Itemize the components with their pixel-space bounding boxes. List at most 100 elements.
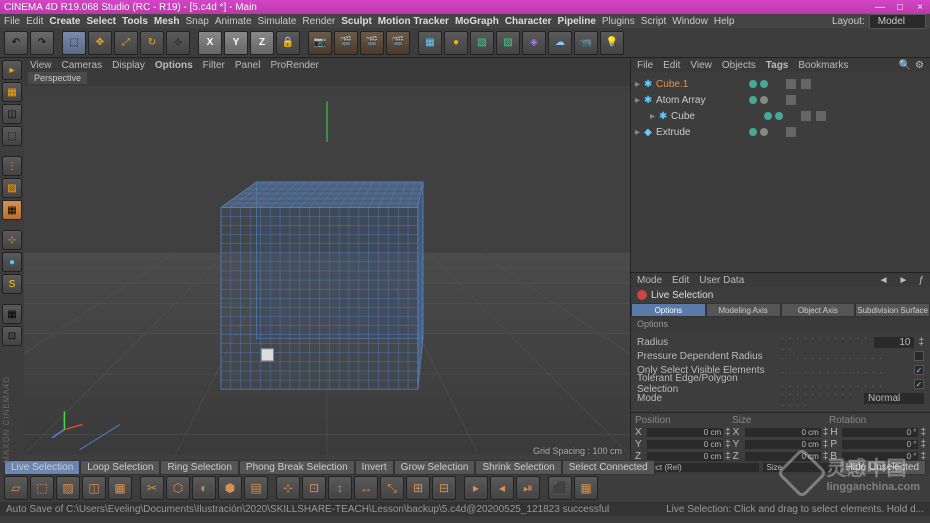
- tag-icon[interactable]: [801, 111, 811, 121]
- tag-icon[interactable]: [801, 79, 811, 89]
- visibility-dot[interactable]: [760, 80, 768, 88]
- tree-row[interactable]: ▸✱Atom Array: [635, 92, 926, 108]
- expand-icon[interactable]: ▸: [635, 79, 640, 90]
- obj-menu-objects[interactable]: Objects: [722, 60, 756, 71]
- object-name[interactable]: Cube.1: [656, 79, 746, 90]
- menu-tools[interactable]: Tools: [122, 16, 148, 27]
- vp-menu-prorender[interactable]: ProRender: [270, 60, 318, 71]
- vp-menu-options[interactable]: Options: [155, 60, 193, 71]
- obj-menu-view[interactable]: View: [690, 60, 712, 71]
- menu-animate[interactable]: Animate: [215, 16, 252, 27]
- menu-help[interactable]: Help: [714, 16, 735, 27]
- modeling-tool[interactable]: ⏯: [516, 476, 540, 500]
- menu-plugins[interactable]: Plugins: [602, 16, 635, 27]
- tree-row[interactable]: ▸✱Cube.1: [635, 76, 926, 92]
- menu-select[interactable]: Select: [87, 16, 116, 27]
- polygons-mode[interactable]: ▦: [2, 200, 22, 220]
- snap-enable[interactable]: S: [2, 274, 22, 294]
- visibility-dot[interactable]: [760, 128, 768, 136]
- modeling-tool[interactable]: ◐: [192, 476, 216, 500]
- modeling-tool[interactable]: ⬢: [218, 476, 242, 500]
- add-generator2[interactable]: ▨: [496, 31, 520, 55]
- snap-settings[interactable]: ⊡: [2, 326, 22, 346]
- attr-tab-subdivision-surface[interactable]: Subdivision Surface: [855, 303, 930, 317]
- pos-input[interactable]: 0 cm: [647, 452, 723, 461]
- spinner-icon[interactable]: ‡: [918, 337, 924, 348]
- modeling-tool[interactable]: ▱: [4, 476, 28, 500]
- rot-input[interactable]: 0 °: [842, 428, 918, 437]
- pos-input[interactable]: 0 cm: [647, 428, 723, 437]
- filter-icon[interactable]: ⚙: [915, 60, 924, 71]
- pos-input[interactable]: 0 cm: [647, 440, 723, 449]
- menu-mesh[interactable]: Mesh: [154, 16, 180, 27]
- modeling-tool[interactable]: ⊞: [406, 476, 430, 500]
- menu-motion-tracker[interactable]: Motion Tracker: [378, 16, 449, 27]
- object-tree[interactable]: ▸✱Cube.1▸✱Atom Array▸✱Cube▸◆Extrude: [631, 72, 930, 272]
- attr-fn[interactable]: ƒ: [918, 275, 924, 286]
- sel-tab-live-selection[interactable]: Live Selection: [4, 460, 80, 475]
- layout-dropdown[interactable]: Model: [869, 14, 926, 29]
- attr-tab-object-axis[interactable]: Object Axis: [781, 303, 856, 317]
- add-environment[interactable]: ☁: [548, 31, 572, 55]
- visibility-dot[interactable]: [749, 80, 757, 88]
- coord-system[interactable]: 🔒: [276, 31, 300, 55]
- search-icon[interactable]: 🔍: [899, 60, 911, 71]
- attr-menu-user-data[interactable]: User Data: [699, 275, 744, 286]
- render-settings[interactable]: 🎬: [386, 31, 410, 55]
- tree-row[interactable]: ▸✱Cube: [635, 108, 926, 124]
- menu-create[interactable]: Create: [49, 16, 80, 27]
- vp-menu-cameras[interactable]: Cameras: [62, 60, 103, 71]
- visibility-dot[interactable]: [764, 112, 772, 120]
- menu-sculpt[interactable]: Sculpt: [341, 16, 372, 27]
- attr-tab-options[interactable]: Options: [631, 303, 706, 317]
- visibility-dot[interactable]: [749, 96, 757, 104]
- modeling-tool[interactable]: ◫: [82, 476, 106, 500]
- redo-button[interactable]: ↷: [30, 31, 54, 55]
- size-input[interactable]: 0 cm: [745, 440, 821, 449]
- sel-tab-ring-selection[interactable]: Ring Selection: [160, 460, 238, 475]
- maximize-button[interactable]: □: [894, 2, 906, 13]
- render-view[interactable]: 📷: [308, 31, 332, 55]
- obj-menu-edit[interactable]: Edit: [663, 60, 680, 71]
- expand-icon[interactable]: ▸: [650, 111, 655, 122]
- modeling-tool[interactable]: ↔: [354, 476, 378, 500]
- modeling-tool[interactable]: ◂: [490, 476, 514, 500]
- sel-tab-grow-selection[interactable]: Grow Selection: [394, 460, 476, 475]
- attr-checkbox[interactable]: [914, 351, 924, 361]
- select-tool[interactable]: ⬚: [62, 31, 86, 55]
- hide-unselected-tab[interactable]: Hide Unselected: [839, 460, 926, 475]
- expand-icon[interactable]: ▸: [635, 95, 640, 106]
- attr-checkbox[interactable]: ✓: [914, 365, 924, 375]
- close-button[interactable]: ×: [914, 2, 926, 13]
- tweak-mode[interactable]: ●: [2, 252, 22, 272]
- menu-window[interactable]: Window: [672, 16, 708, 27]
- render-region[interactable]: 🎬: [334, 31, 358, 55]
- model-mode[interactable]: ▦: [2, 82, 22, 102]
- attr-checkbox[interactable]: ✓: [914, 379, 924, 389]
- move-tool[interactable]: ✥: [88, 31, 112, 55]
- modeling-tool[interactable]: ⬚: [30, 476, 54, 500]
- modeling-tool[interactable]: ▤: [244, 476, 268, 500]
- attr-nav-back[interactable]: ◄: [879, 275, 889, 286]
- minimize-button[interactable]: —: [874, 2, 886, 13]
- menu-pipeline[interactable]: Pipeline: [558, 16, 596, 27]
- menu-character[interactable]: Character: [505, 16, 552, 27]
- modeling-tool[interactable]: ▸: [464, 476, 488, 500]
- tag-icon[interactable]: [786, 79, 796, 89]
- attr-value-input[interactable]: 10: [874, 337, 914, 348]
- texture-mode[interactable]: ◫: [2, 104, 22, 124]
- modeling-tool[interactable]: ▦: [108, 476, 132, 500]
- vp-menu-display[interactable]: Display: [112, 60, 145, 71]
- object-name[interactable]: Extrude: [656, 127, 746, 138]
- modeling-tool[interactable]: ↕: [328, 476, 352, 500]
- sel-tab-invert[interactable]: Invert: [355, 460, 394, 475]
- menu-simulate[interactable]: Simulate: [258, 16, 297, 27]
- y-axis-lock[interactable]: Y: [224, 31, 248, 55]
- obj-menu-file[interactable]: File: [637, 60, 653, 71]
- attr-dropdown[interactable]: Normal: [864, 393, 924, 404]
- attr-menu-edit[interactable]: Edit: [672, 275, 689, 286]
- modeling-tool[interactable]: ⊹: [276, 476, 300, 500]
- menu-file[interactable]: File: [4, 16, 20, 27]
- scale-tool[interactable]: ⤢: [114, 31, 138, 55]
- size-input[interactable]: 0 cm: [745, 452, 821, 461]
